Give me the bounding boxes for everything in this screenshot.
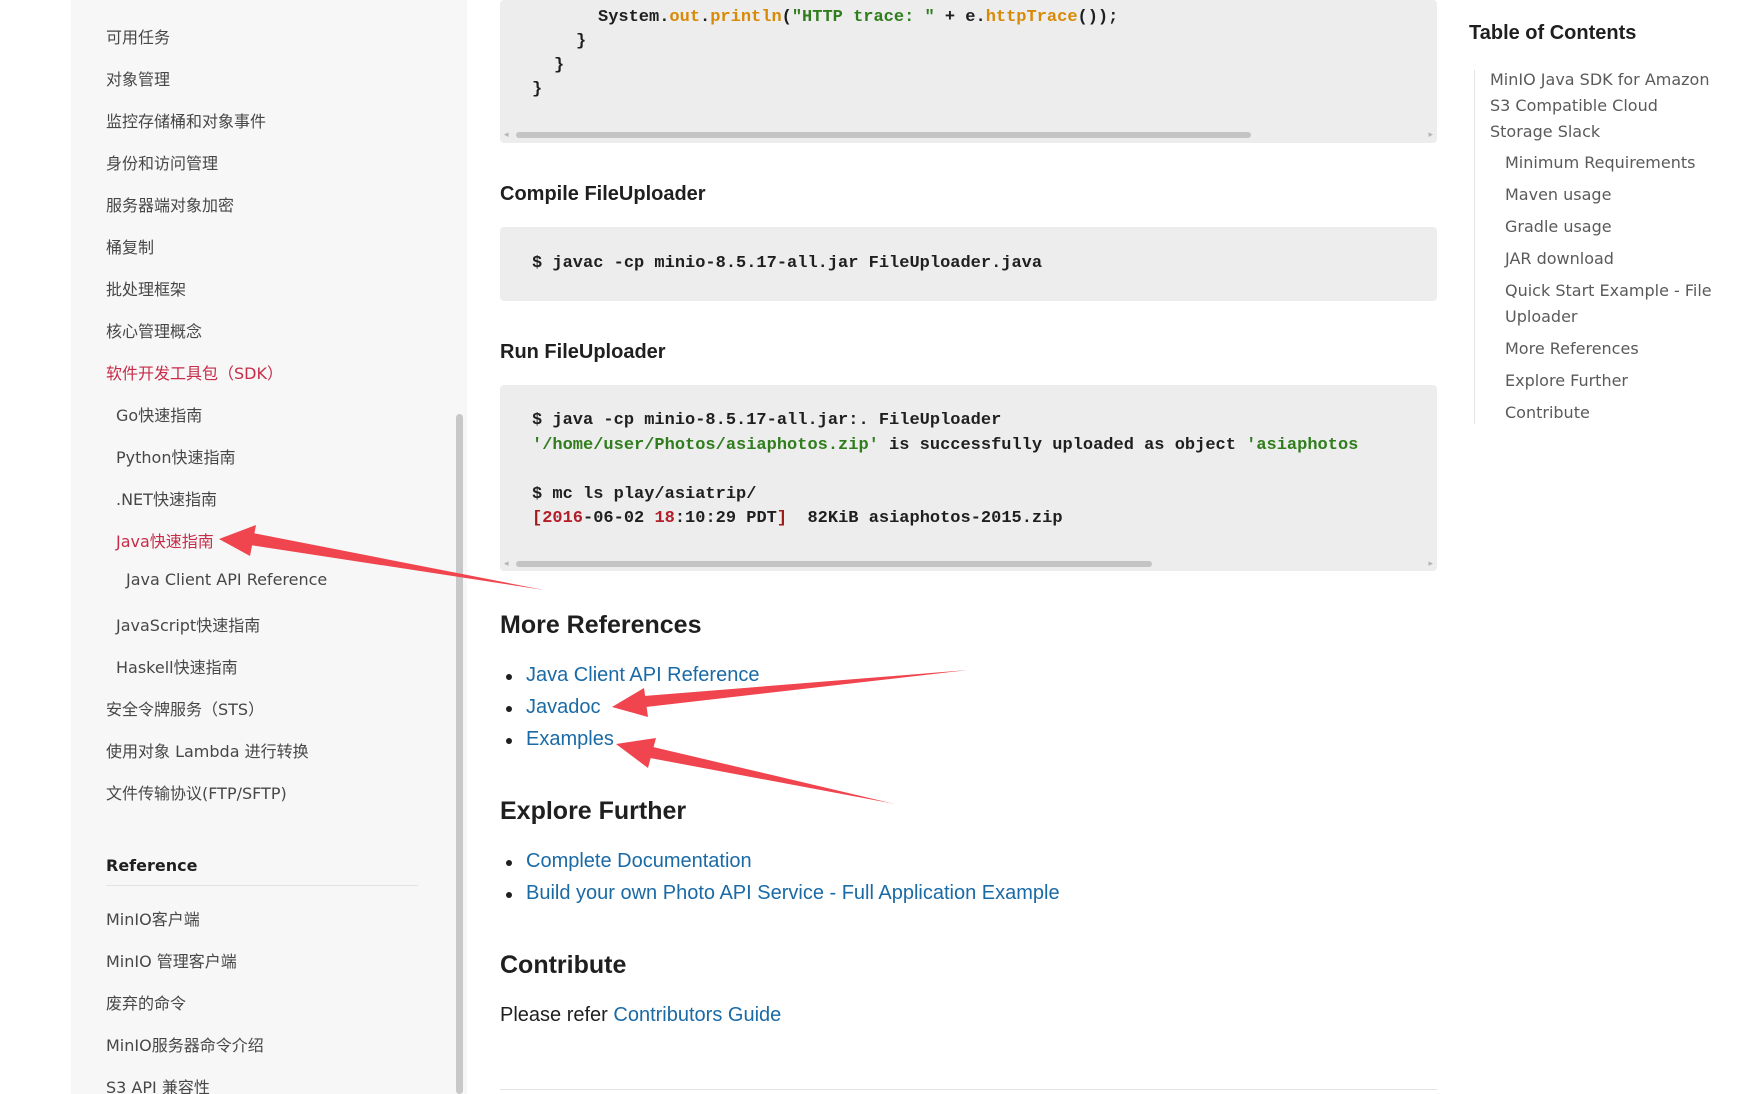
sidebar-scrollbar-thumb[interactable] xyxy=(456,414,463,1094)
sidebar-item-java-client-api-reference[interactable]: Java Client API Reference xyxy=(126,570,327,589)
heading-more-references: More References xyxy=(500,611,702,639)
toc-item-minimum-requirements[interactable]: Minimum Requirements xyxy=(1505,150,1720,176)
sidebar-item-haskell-quickstart[interactable]: Haskell快速指南 xyxy=(116,654,238,678)
scroll-left-arrow-icon[interactable]: ◂ xyxy=(504,558,509,569)
sidebar-item-server-commands[interactable]: MinIO服务器命令介绍 xyxy=(106,1032,264,1056)
bullet-icon xyxy=(506,892,512,898)
toc-item-contribute[interactable]: Contribute xyxy=(1505,400,1720,426)
link-contributors-guide[interactable]: Contributors Guide xyxy=(613,1004,781,1026)
toc-item-gradle-usage[interactable]: Gradle usage xyxy=(1505,214,1720,240)
code-line: } xyxy=(576,32,587,51)
sidebar-item-bucket-replication[interactable]: 桶复制 xyxy=(106,234,154,258)
code-block-scrollbar[interactable]: ◂ ▸ xyxy=(504,129,1433,140)
bullet-icon xyxy=(506,706,512,712)
toc-rail xyxy=(1474,70,1475,424)
sidebar-item-minio-admin-client[interactable]: MinIO 管理客户端 xyxy=(106,948,237,972)
sidebar-item-sts[interactable]: 安全令牌服务（STS） xyxy=(106,696,264,720)
link-examples[interactable]: Examples xyxy=(526,728,614,751)
sidebar-item-deprecated-commands[interactable]: 废弃的命令 xyxy=(106,990,186,1014)
code-line: $ mc ls play/asiatrip/ xyxy=(532,485,757,504)
annotation-arrow-examples xyxy=(616,738,895,804)
code-block-compile: $ javac -cp minio-8.5.17-all.jar FileUpl… xyxy=(500,227,1437,301)
code-line: $ java -cp minio-8.5.17-all.jar:. FileUp… xyxy=(532,411,1002,430)
sidebar-item-dotnet-quickstart[interactable]: .NET快速指南 xyxy=(116,486,217,510)
scroll-right-arrow-icon[interactable]: ▸ xyxy=(1428,129,1433,140)
link-java-client-api-reference[interactable]: Java Client API Reference xyxy=(526,664,759,687)
sidebar-divider xyxy=(106,885,418,886)
code-line: } xyxy=(532,80,543,99)
sidebar-item-iam[interactable]: 身份和访问管理 xyxy=(106,150,218,174)
toc-item-sdk-overview[interactable]: MinIO Java SDK for Amazon S3 Compatible … xyxy=(1490,67,1720,145)
contribute-paragraph: Please refer Contributors Guide xyxy=(500,1004,781,1027)
code-block-java-example: System.out.println("HTTP trace: " + e.ht… xyxy=(500,0,1437,143)
sidebar-item-object-lambda[interactable]: 使用对象 Lambda 进行转换 xyxy=(106,738,309,762)
code-line: } xyxy=(554,56,565,75)
contribute-text: Please refer xyxy=(500,1004,614,1026)
sidebar-item-python-quickstart[interactable]: Python快速指南 xyxy=(116,444,235,468)
code-block-scrollbar-thumb[interactable] xyxy=(516,561,1152,567)
bullet-icon xyxy=(506,738,512,744)
code-block-run: $ java -cp minio-8.5.17-all.jar:. FileUp… xyxy=(500,385,1437,571)
heading-run-fileuploader: Run FileUploader xyxy=(500,341,666,363)
sidebar-item-s3-api-compat[interactable]: S3 API 兼容性 xyxy=(106,1074,210,1094)
sidebar-item-batch-framework[interactable]: 批处理框架 xyxy=(106,276,186,300)
link-photo-api-service[interactable]: Build your own Photo API Service - Full … xyxy=(526,882,1060,905)
bullet-icon xyxy=(506,674,512,680)
sidebar-item-available-tasks[interactable]: 可用任务 xyxy=(106,24,170,48)
sidebar-item-bucket-events[interactable]: 监控存储桶和对象事件 xyxy=(106,108,266,132)
content-divider xyxy=(500,1089,1437,1090)
code-block-scrollbar-thumb[interactable] xyxy=(516,132,1251,138)
link-javadoc[interactable]: Javadoc xyxy=(526,696,601,719)
sidebar-item-sse[interactable]: 服务器端对象加密 xyxy=(106,192,234,216)
code-line: '/home/user/Photos/asiaphotos.zip' is su… xyxy=(532,436,1359,455)
toc-item-explore-further[interactable]: Explore Further xyxy=(1505,368,1720,394)
sidebar-item-object-management[interactable]: 对象管理 xyxy=(106,66,170,90)
toc-item-maven-usage[interactable]: Maven usage xyxy=(1505,182,1720,208)
sidebar-item-ftp-sftp[interactable]: 文件传输协议(FTP/SFTP) xyxy=(106,780,287,804)
sidebar-item-minio-client[interactable]: MinIO客户端 xyxy=(106,906,200,930)
link-complete-documentation[interactable]: Complete Documentation xyxy=(526,850,752,873)
sidebar-item-core-admin[interactable]: 核心管理概念 xyxy=(106,318,202,342)
code-block-scrollbar[interactable]: ◂ ▸ xyxy=(504,558,1433,569)
toc-item-more-references[interactable]: More References xyxy=(1505,336,1720,362)
code-line: [2016-06-02 18:10:29 PDT] 82KiB asiaphot… xyxy=(532,509,1063,528)
scroll-left-arrow-icon[interactable]: ◂ xyxy=(504,129,509,140)
code-line: System.out.println("HTTP trace: " + e.ht… xyxy=(598,8,1119,27)
toc-item-jar-download[interactable]: JAR download xyxy=(1505,246,1720,272)
sidebar-item-go-quickstart[interactable]: Go快速指南 xyxy=(116,402,202,426)
scroll-right-arrow-icon[interactable]: ▸ xyxy=(1428,558,1433,569)
toc-title: Table of Contents xyxy=(1469,22,1637,44)
sidebar-item-sdk[interactable]: 软件开发工具包（SDK） xyxy=(106,360,283,384)
sidebar-section-reference: Reference xyxy=(106,856,198,875)
toc-item-quick-start-example[interactable]: Quick Start Example - File Uploader xyxy=(1505,278,1720,330)
bullet-icon xyxy=(506,860,512,866)
heading-contribute: Contribute xyxy=(500,951,627,979)
sidebar-item-java-quickstart[interactable]: Java快速指南 xyxy=(116,528,214,552)
sidebar-item-javascript-quickstart[interactable]: JavaScript快速指南 xyxy=(116,612,260,636)
heading-explore-further: Explore Further xyxy=(500,797,687,825)
code-line: $ javac -cp minio-8.5.17-all.jar FileUpl… xyxy=(532,254,1043,273)
heading-compile-fileuploader: Compile FileUploader xyxy=(500,183,706,205)
